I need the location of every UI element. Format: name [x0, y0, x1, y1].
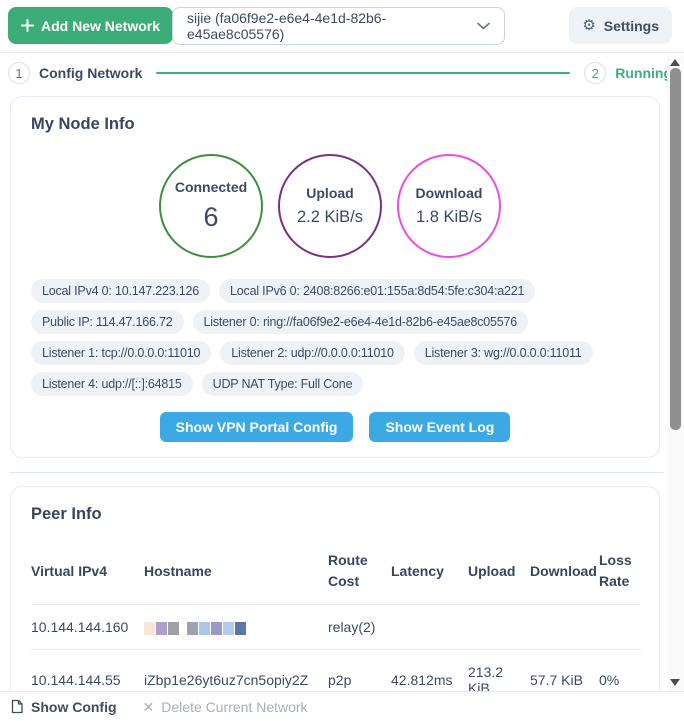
tag-public-ip: Public IP: 114.47.166.72: [31, 310, 184, 334]
peer1-download: [530, 605, 599, 650]
peer1-hostname-redacted: [144, 605, 328, 650]
col-download: Download: [530, 538, 599, 605]
show-vpn-portal-config-button[interactable]: Show VPN Portal Config: [160, 412, 354, 442]
footer-bar: Show Config ✕ Delete Current Network: [0, 691, 684, 721]
peer1-upload: [468, 605, 530, 650]
step-indicator: 1 Config Network 2 Running: [0, 53, 672, 93]
show-event-log-button[interactable]: Show Event Log: [369, 412, 510, 442]
peer-info-card: Peer Info Virtual IPv4 Hostname Route Co…: [10, 486, 660, 721]
step2-label: Running: [615, 65, 672, 81]
my-node-info-card: My Node Info Connected 6 Upload 2.2 KiB/…: [10, 96, 660, 458]
step-connector-line: [156, 72, 570, 74]
tag-local-ipv4: Local IPv4 0: 10.147.223.126: [31, 279, 210, 303]
tag-local-ipv6: Local IPv6 0: 2408:8266:e01:155a:8d54:5f…: [219, 279, 535, 303]
peer-row-1: 10.144.144.160 relay(2): [31, 605, 641, 650]
scrollbar-thumb[interactable]: [670, 68, 681, 430]
scrollbar-down-arrow[interactable]: [670, 679, 680, 686]
tag-listener-3: Listener 3: wg://0.0.0.0:11011: [414, 341, 593, 365]
close-icon: ✕: [143, 700, 155, 714]
download-knob-value: 1.8 KiB/s: [416, 208, 482, 227]
tag-listener-1: Listener 1: tcp://0.0.0.0:11010: [31, 341, 211, 365]
upload-knob: Upload 2.2 KiB/s: [278, 154, 382, 258]
add-new-network-button[interactable]: Add New Network: [8, 7, 173, 44]
tag-listener-0: Listener 0: ring://fa06f9e2-e6e4-4e1d-82…: [193, 310, 529, 334]
chevron-down-icon: [477, 22, 490, 30]
col-route-cost: Route Cost: [328, 538, 391, 605]
node-info-tags: Local IPv4 0: 10.147.223.126 Local IPv6 …: [31, 279, 660, 396]
redacted-hostname-blocks: [144, 619, 247, 635]
plus-icon: [21, 19, 34, 32]
step-running[interactable]: 2 Running: [584, 62, 672, 84]
step1-label: Config Network: [39, 65, 142, 81]
node-buttons-row: Show VPN Portal Config Show Event Log: [11, 412, 659, 442]
upload-knob-label: Upload: [306, 185, 353, 201]
peer1-latency: [391, 605, 468, 650]
node-info-title: My Node Info: [11, 97, 659, 134]
settings-button[interactable]: ⚙ Settings: [569, 7, 672, 44]
scrollbar-up-arrow[interactable]: [670, 59, 680, 66]
node-stat-knobs: Connected 6 Upload 2.2 KiB/s Download 1.…: [159, 154, 659, 258]
add-new-network-label: Add New Network: [41, 18, 160, 34]
step-config-network[interactable]: 1 Config Network: [8, 62, 142, 84]
settings-label: Settings: [604, 18, 659, 34]
connected-knob-label: Connected: [175, 179, 247, 195]
peer1-loss-rate: [599, 605, 641, 650]
download-knob: Download 1.8 KiB/s: [397, 154, 501, 258]
download-knob-label: Download: [416, 185, 483, 201]
gear-icon: ⚙: [582, 18, 595, 33]
connected-knob-value: 6: [203, 202, 218, 233]
tag-listener-2: Listener 2: udp://0.0.0.0:11010: [220, 341, 404, 365]
delete-network-label: Delete Current Network: [161, 699, 307, 715]
show-config-label: Show Config: [31, 699, 117, 715]
peer1-virtual-ipv4: 10.144.144.160: [31, 605, 144, 650]
peer1-route-cost: relay(2): [328, 605, 391, 650]
tag-listener-4: Listener 4: udp://[::]:64815: [31, 372, 193, 396]
step1-number: 1: [8, 62, 30, 84]
col-latency: Latency: [391, 538, 468, 605]
card-divider: [10, 472, 664, 473]
network-select-value: sijie (fa06f9e2-e6e4-4e1d-82b6-e45ae8c05…: [187, 10, 477, 42]
step2-number: 2: [584, 62, 606, 84]
connected-knob: Connected 6: [159, 154, 263, 258]
col-upload: Upload: [468, 538, 530, 605]
top-toolbar: Add New Network sijie (fa06f9e2-e6e4-4e1…: [0, 0, 684, 53]
peer-info-title: Peer Info: [11, 487, 659, 524]
col-loss-rate: Loss Rate: [599, 538, 641, 605]
col-hostname: Hostname: [144, 538, 328, 605]
upload-knob-value: 2.2 KiB/s: [297, 208, 363, 227]
col-virtual-ipv4: Virtual IPv4: [31, 538, 144, 605]
show-config-button[interactable]: Show Config: [10, 699, 117, 715]
peer-table: Virtual IPv4 Hostname Route Cost Latency…: [31, 538, 641, 711]
vertical-scrollbar: [667, 55, 684, 691]
delete-current-network-button[interactable]: ✕ Delete Current Network: [143, 699, 308, 715]
network-select-dropdown[interactable]: sijie (fa06f9e2-e6e4-4e1d-82b6-e45ae8c05…: [172, 7, 505, 45]
file-icon: [10, 699, 24, 714]
peer-table-header-row: Virtual IPv4 Hostname Route Cost Latency…: [31, 538, 641, 605]
tag-udp-nat-type: UDP NAT Type: Full Cone: [202, 372, 364, 396]
